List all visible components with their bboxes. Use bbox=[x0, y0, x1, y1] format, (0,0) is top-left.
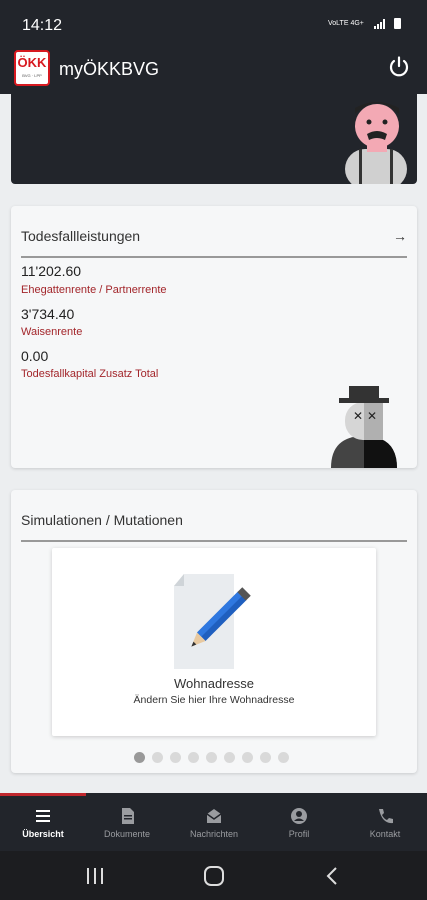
carousel-dot[interactable] bbox=[224, 752, 235, 763]
hero-banner bbox=[11, 94, 417, 184]
carousel-dot[interactable] bbox=[134, 752, 145, 763]
app-bar: ÖKK BVG · LPP myÖKKBVG bbox=[0, 50, 427, 94]
ghost-mascot-illustration: ✕ ✕ bbox=[331, 386, 397, 468]
amount-label: Waisenrente bbox=[21, 326, 83, 338]
signal-icon bbox=[374, 18, 388, 29]
network-type: VoLTE 4G+ bbox=[328, 20, 364, 27]
mascot-illustration bbox=[345, 102, 407, 184]
carousel-pagination bbox=[134, 752, 289, 763]
power-icon[interactable] bbox=[387, 55, 411, 79]
bottom-navigation: Übersicht Dokumente Nachrichten Profil K… bbox=[0, 793, 427, 851]
tab-dokumente[interactable]: Dokumente bbox=[92, 807, 162, 839]
recent-apps-icon[interactable] bbox=[85, 866, 105, 886]
card-header: Simulationen / Mutationen bbox=[21, 512, 407, 542]
amount-value: 11'202.60 bbox=[21, 263, 82, 279]
amount-value: 3'734.40 bbox=[21, 306, 75, 322]
amount-label: Todesfallkapital Zusatz Total bbox=[21, 368, 159, 380]
menu-icon bbox=[36, 810, 50, 822]
svg-text:✕: ✕ bbox=[353, 409, 363, 423]
simulationen-card: Simulationen / Mutationen Wohnadresse Än… bbox=[11, 490, 417, 773]
app-title: myÖKKBVG bbox=[59, 59, 160, 79]
tab-nachrichten[interactable]: Nachrichten bbox=[179, 807, 249, 839]
carousel-dot[interactable] bbox=[170, 752, 181, 763]
edit-document-icon bbox=[174, 574, 251, 669]
document-icon bbox=[122, 808, 134, 824]
okk-logo: ÖKK BVG · LPP bbox=[14, 50, 50, 86]
carousel-dot[interactable] bbox=[206, 752, 217, 763]
carousel-dot[interactable] bbox=[278, 752, 289, 763]
tab-profil[interactable]: Profil bbox=[264, 807, 334, 839]
carousel-dot[interactable] bbox=[188, 752, 199, 763]
carousel-dot[interactable] bbox=[152, 752, 163, 763]
svg-text:✕: ✕ bbox=[367, 409, 377, 423]
status-time: 14:12 bbox=[22, 17, 63, 34]
amount-value: 0.00 bbox=[21, 348, 49, 364]
todesfall-card[interactable]: Todesfallleistungen → 11'202.60 Ehegatte… bbox=[11, 206, 417, 468]
card-title: Simulationen / Mutationen bbox=[21, 512, 183, 528]
tab-kontakt[interactable]: Kontakt bbox=[350, 807, 420, 839]
active-tab-indicator bbox=[0, 793, 86, 796]
user-icon bbox=[291, 808, 307, 824]
status-icons: VoLTE 4G+ bbox=[328, 18, 401, 29]
phone-icon bbox=[379, 809, 393, 824]
arrow-right-icon[interactable]: → bbox=[393, 228, 407, 244]
carousel-slide-wohnadresse[interactable]: Wohnadresse Ändern Sie hier Ihre Wohnadr… bbox=[52, 548, 376, 736]
system-navigation-bar bbox=[0, 851, 427, 900]
slide-subtitle: Ändern Sie hier Ihre Wohnadresse bbox=[133, 694, 295, 706]
battery-icon bbox=[394, 18, 401, 29]
mail-icon bbox=[206, 809, 222, 823]
status-bar: 14:12 VoLTE 4G+ bbox=[0, 0, 427, 50]
home-icon[interactable] bbox=[203, 865, 225, 887]
card-title: Todesfallleistungen bbox=[21, 228, 141, 244]
card-header: Todesfallleistungen → bbox=[21, 228, 407, 258]
tab-uebersicht[interactable]: Übersicht bbox=[8, 807, 78, 839]
amount-label: Ehegattenrente / Partnerrente bbox=[21, 284, 167, 296]
slide-title: Wohnadresse bbox=[174, 676, 254, 691]
carousel-dot[interactable] bbox=[242, 752, 253, 763]
back-icon[interactable] bbox=[323, 866, 343, 886]
carousel-dot[interactable] bbox=[260, 752, 271, 763]
